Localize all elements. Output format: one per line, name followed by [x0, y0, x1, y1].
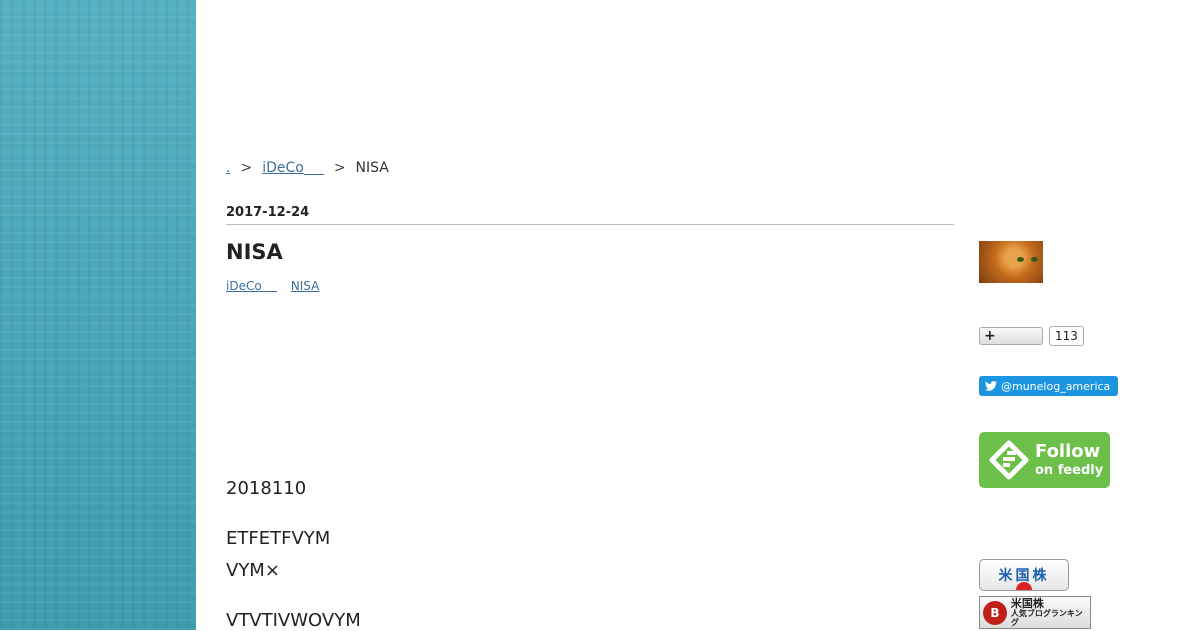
badge-text: 米国株 人気ブログランキング — [1010, 596, 1090, 628]
blog-ranking-logo-icon: B — [983, 600, 1007, 625]
badge-dot-icon — [1016, 582, 1032, 590]
category-link-nisa[interactable]: NISA — [291, 279, 320, 293]
breadcrumb-current: NISA — [355, 160, 389, 176]
feedly-icon — [989, 440, 1029, 480]
side-background-strip — [0, 0, 196, 630]
blog-ranking-badge[interactable]: B 米国株 人気ブログランキング — [979, 596, 1091, 629]
feedly-text: Follow on feedly — [1035, 441, 1104, 478]
entry-date: 2017-12-24 — [226, 205, 954, 225]
avatar-eye — [1031, 257, 1038, 262]
badge-line1: 米国株 — [1010, 596, 1044, 610]
twitter-bird-icon — [985, 381, 997, 391]
breadcrumb-link-underline — [303, 162, 324, 175]
twitter-follow-button[interactable]: @munelog_america — [979, 376, 1119, 396]
subscribe-button[interactable]: + — [979, 327, 1043, 345]
breadcrumb: . > iDeCo > NISA — [226, 160, 389, 176]
breadcrumb-category-link[interactable]: iDeCo — [262, 160, 304, 176]
breadcrumb-home-link[interactable]: . — [226, 160, 230, 176]
entry-paragraph: 2018110 — [226, 478, 307, 499]
entry-categories: iDeCo NISA — [226, 279, 329, 293]
feedly-line1: Follow — [1035, 441, 1101, 462]
entry-paragraph: VTVTIVWOVYM — [226, 610, 361, 631]
entry-paragraph: VYM× — [226, 560, 280, 581]
breadcrumb-separator: > — [240, 160, 253, 176]
badge-line2: 人気ブログランキング — [1010, 608, 1083, 627]
subscribe-widget: + 113 — [979, 326, 1084, 346]
subscriber-count: 113 — [1049, 326, 1084, 346]
entry-paragraph: ETFETFVYM — [226, 528, 331, 549]
entry-title[interactable]: NISA — [226, 240, 283, 264]
twitter-handle: @munelog_america — [1001, 379, 1111, 393]
plus-icon: + — [984, 328, 996, 344]
category-link-ideco[interactable]: iDeCo — [226, 279, 277, 293]
feedly-follow-button[interactable]: Follow on feedly — [979, 432, 1110, 488]
feedly-line2: on feedly — [1035, 463, 1104, 478]
breadcrumb-separator: > — [333, 160, 346, 176]
us-stock-ranking-badge[interactable]: 米国株 — [979, 559, 1069, 591]
avatar-eye — [1017, 257, 1024, 262]
profile-avatar[interactable] — [979, 241, 1043, 283]
